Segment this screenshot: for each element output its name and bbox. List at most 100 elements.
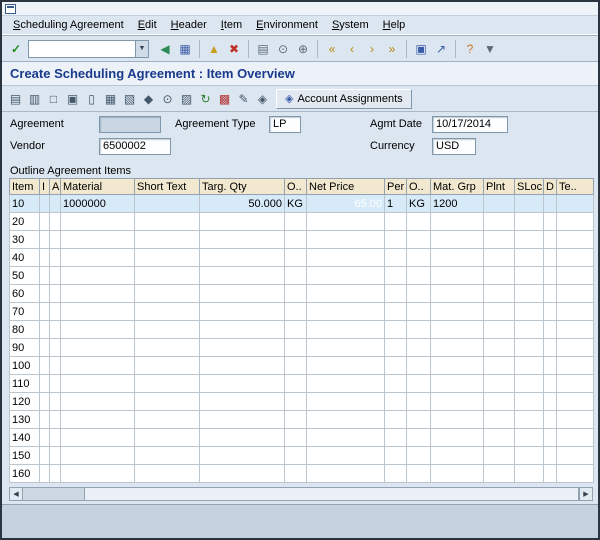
cell-opu[interactable] [407, 321, 431, 339]
item-details-icon[interactable]: ▤ [6, 89, 25, 109]
cell-a[interactable] [50, 465, 61, 483]
cell-per[interactable] [385, 411, 407, 429]
cell-ou[interactable] [285, 375, 307, 393]
cell-i[interactable] [40, 465, 50, 483]
exit-icon[interactable]: ▲ [204, 39, 224, 59]
cell-net_price[interactable] [307, 231, 385, 249]
cell-material[interactable] [61, 465, 135, 483]
cell-d[interactable] [544, 357, 557, 375]
cell-net_price[interactable] [307, 339, 385, 357]
copy-item-icon[interactable]: ▣ [63, 89, 82, 109]
cell-i[interactable] [40, 357, 50, 375]
cell-per[interactable] [385, 213, 407, 231]
cell-material[interactable] [61, 411, 135, 429]
cell-item[interactable]: 100 [10, 357, 40, 375]
cell-te[interactable] [557, 429, 594, 447]
cell-opu[interactable]: KG [407, 195, 431, 213]
cell-material[interactable] [61, 357, 135, 375]
cell-opu[interactable] [407, 429, 431, 447]
cell-plnt[interactable] [484, 357, 515, 375]
cell-ou[interactable] [285, 447, 307, 465]
cell-short_text[interactable] [135, 321, 200, 339]
cell-per[interactable] [385, 231, 407, 249]
cell-a[interactable] [50, 447, 61, 465]
cell-sloc[interactable] [515, 357, 544, 375]
cell-i[interactable] [40, 339, 50, 357]
cell-item[interactable]: 110 [10, 375, 40, 393]
cell-targ_qty[interactable] [200, 267, 285, 285]
cell-ou[interactable] [285, 339, 307, 357]
cell-targ_qty[interactable] [200, 465, 285, 483]
cell-item[interactable]: 80 [10, 321, 40, 339]
cell-ou[interactable] [285, 429, 307, 447]
cell-i[interactable] [40, 303, 50, 321]
cell-i[interactable] [40, 249, 50, 267]
cell-plnt[interactable] [484, 321, 515, 339]
cell-i[interactable] [40, 213, 50, 231]
column-header-11-plnt[interactable]: Plnt [484, 179, 515, 195]
cell-mat_grp[interactable] [431, 429, 484, 447]
cell-targ_qty[interactable]: 50.000 [200, 195, 285, 213]
cell-net_price[interactable] [307, 357, 385, 375]
conditions-icon[interactable]: ◆ [139, 89, 158, 109]
cell-ou[interactable] [285, 411, 307, 429]
cell-ou[interactable] [285, 393, 307, 411]
cell-item[interactable]: 60 [10, 285, 40, 303]
cell-material[interactable] [61, 231, 135, 249]
cell-short_text[interactable] [135, 375, 200, 393]
cell-material[interactable] [61, 321, 135, 339]
cell-mat_grp[interactable] [431, 411, 484, 429]
cell-per[interactable] [385, 249, 407, 267]
cell-sloc[interactable] [515, 267, 544, 285]
column-header-14-te-[interactable]: Te.. [557, 179, 594, 195]
cell-targ_qty[interactable] [200, 339, 285, 357]
cell-opu[interactable] [407, 357, 431, 375]
print-preview-icon[interactable]: ▧ [120, 89, 139, 109]
cell-short_text[interactable] [135, 213, 200, 231]
scroll-track[interactable] [22, 488, 84, 500]
column-header-1-i[interactable]: I [40, 179, 50, 195]
cell-opu[interactable] [407, 267, 431, 285]
cell-sloc[interactable] [515, 231, 544, 249]
cell-net_price[interactable] [307, 447, 385, 465]
cell-ou[interactable] [285, 213, 307, 231]
previous-page-icon[interactable]: ‹ [342, 39, 362, 59]
cell-d[interactable] [544, 303, 557, 321]
cell-opu[interactable] [407, 465, 431, 483]
cell-a[interactable] [50, 357, 61, 375]
cell-plnt[interactable] [484, 411, 515, 429]
cell-material[interactable] [61, 303, 135, 321]
cell-per[interactable] [385, 465, 407, 483]
cell-te[interactable] [557, 375, 594, 393]
scroll-left-icon[interactable]: ◀ [9, 487, 23, 501]
agmt-date-field[interactable]: 10/17/2014 [432, 116, 508, 133]
create-shortcut-icon[interactable]: ↗ [431, 39, 451, 59]
cell-plnt[interactable] [484, 393, 515, 411]
services-icon[interactable]: ◈ [253, 89, 272, 109]
cell-sloc[interactable] [515, 213, 544, 231]
menu-item-system[interactable]: System [325, 18, 376, 32]
cell-i[interactable] [40, 231, 50, 249]
cell-mat_grp[interactable] [431, 231, 484, 249]
vendor-field[interactable]: 6500002 [99, 138, 171, 155]
cell-te[interactable] [557, 231, 594, 249]
cell-te[interactable] [557, 195, 594, 213]
cell-plnt[interactable] [484, 231, 515, 249]
cell-targ_qty[interactable] [200, 393, 285, 411]
cell-material[interactable] [61, 447, 135, 465]
back-icon[interactable]: ◀ [155, 39, 175, 59]
cell-a[interactable] [50, 321, 61, 339]
account-assignments-button[interactable]: ◈ Account Assignments [276, 89, 412, 109]
cell-material[interactable] [61, 393, 135, 411]
cell-d[interactable] [544, 213, 557, 231]
cell-plnt[interactable] [484, 213, 515, 231]
cell-opu[interactable] [407, 303, 431, 321]
cell-opu[interactable] [407, 213, 431, 231]
cell-per[interactable] [385, 321, 407, 339]
cell-item[interactable]: 50 [10, 267, 40, 285]
horizontal-scrollbar[interactable]: ◀ ▶ [9, 487, 593, 501]
cell-te[interactable] [557, 267, 594, 285]
cell-mat_grp[interactable] [431, 465, 484, 483]
cell-a[interactable] [50, 393, 61, 411]
cell-material[interactable] [61, 339, 135, 357]
